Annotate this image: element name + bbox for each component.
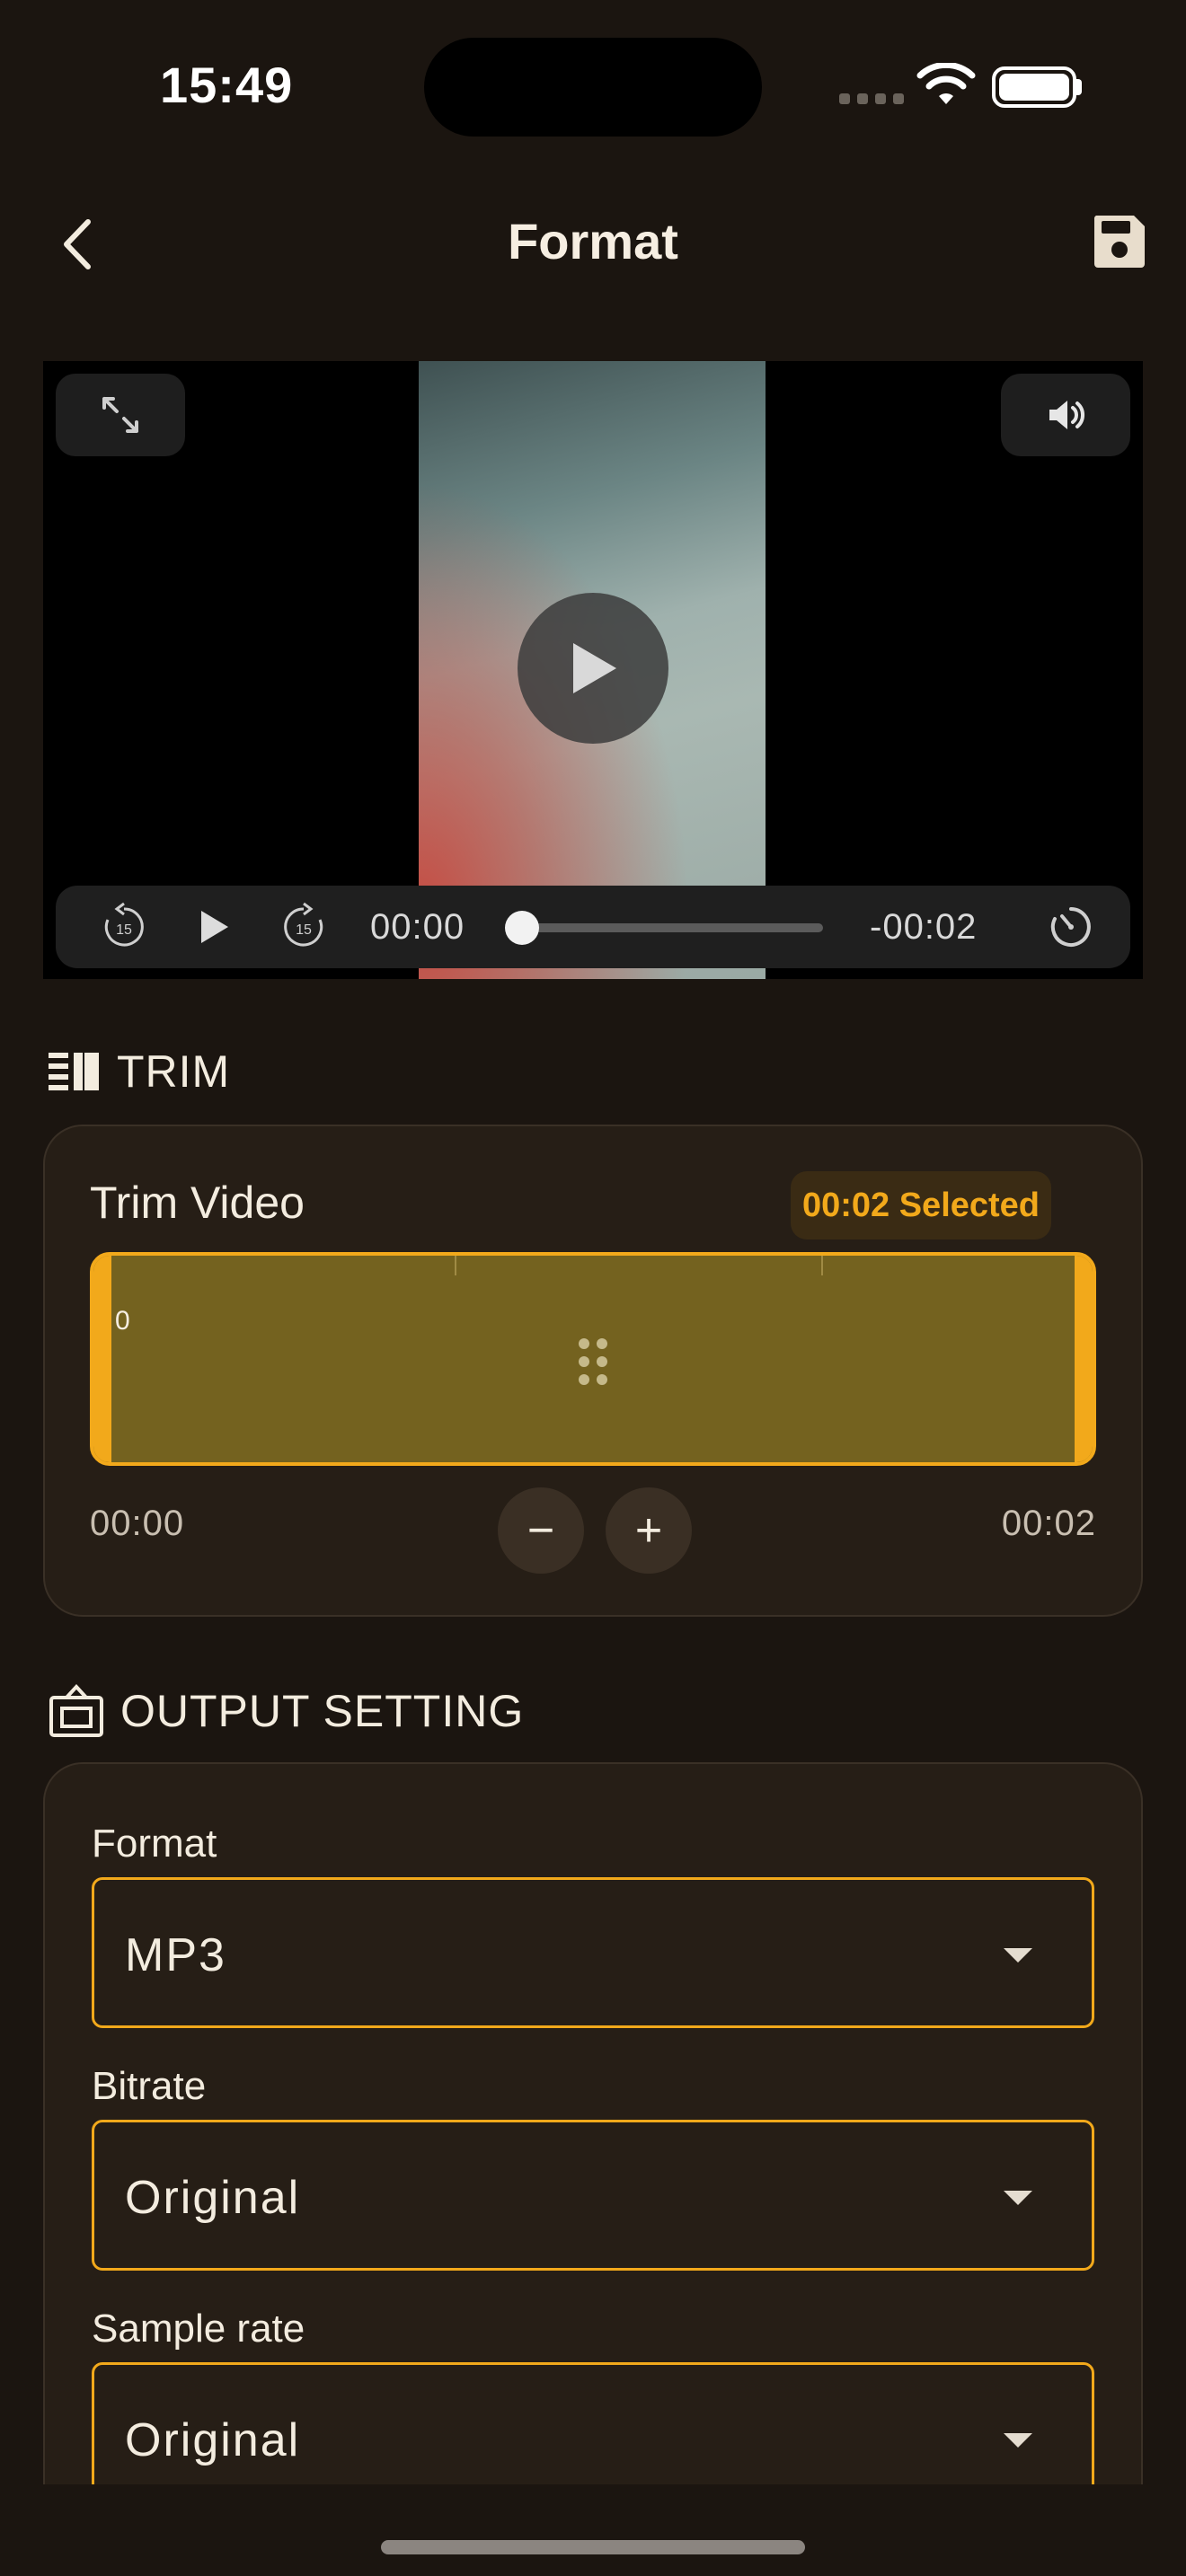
sample-rate-value: Original: [125, 2414, 301, 2466]
caret-down-icon: [1004, 2191, 1032, 2205]
page-title: Format: [508, 213, 678, 269]
bitrate-select[interactable]: Original: [92, 2120, 1094, 2271]
format-select[interactable]: MP3: [92, 1877, 1094, 2028]
sample-rate-label: Sample rate: [92, 2307, 305, 2351]
volume-button[interactable]: [1001, 374, 1130, 456]
output-section-title: OUTPUT SETTING: [120, 1686, 525, 1736]
trim-start-time: 00:00: [90, 1504, 185, 1543]
scrubber-knob[interactable]: [505, 911, 539, 945]
remaining-time: -00:02: [870, 907, 978, 947]
selected-duration-badge: 00:02 Selected: [791, 1171, 1051, 1239]
plus-icon: +: [634, 1504, 663, 1557]
speaker-icon: [1049, 401, 1084, 429]
skip-forward-button[interactable]: 15: [275, 898, 332, 956]
battery-cap: [1076, 79, 1082, 95]
zoom-in-button[interactable]: +: [606, 1487, 692, 1574]
scrubber-track[interactable]: [523, 923, 823, 932]
trim-section-title: TRIM: [117, 1046, 231, 1097]
wifi-icon: [916, 63, 976, 104]
bottom-safe-area: [0, 2484, 1186, 2576]
timeline-tick: [821, 1256, 823, 1275]
output-settings-card: Format MP3 Bitrate Original Sample rate …: [43, 1762, 1143, 2576]
skip-forward-15-icon: 15: [284, 902, 323, 947]
play-icon: [201, 911, 228, 943]
play-icon: [573, 643, 616, 693]
timeline-zero-marker: 0: [115, 1306, 130, 1336]
caret-down-icon: [1004, 1948, 1032, 1963]
zoom-out-button[interactable]: −: [498, 1487, 584, 1574]
drag-grip-icon[interactable]: [579, 1338, 607, 1385]
save-button[interactable]: [1091, 212, 1148, 269]
home-indicator[interactable]: [381, 2540, 805, 2554]
minus-icon: −: [527, 1504, 555, 1557]
speed-gauge-icon: [1050, 907, 1091, 947]
play-button-large[interactable]: [518, 593, 668, 744]
cellular-signal-icon: [839, 93, 904, 104]
timeline-tick: [455, 1256, 456, 1275]
skip-back-15-icon: 15: [104, 902, 144, 947]
caret-down-icon: [1004, 2433, 1032, 2448]
trim-card-title: Trim Video: [90, 1178, 305, 1228]
trim-end-time: 00:02: [1001, 1504, 1096, 1543]
video-player[interactable]: 15 15 00:00 -00:02: [43, 361, 1143, 979]
bitrate-label: Bitrate: [92, 2064, 207, 2108]
trim-section-header: TRIM: [49, 1045, 230, 1098]
expand-icon: [102, 397, 138, 433]
skip-back-button[interactable]: 15: [95, 898, 153, 956]
svg-text:15: 15: [296, 922, 312, 938]
trim-end-handle[interactable]: [1075, 1256, 1093, 1462]
fullscreen-button[interactable]: [56, 374, 185, 456]
dynamic-island: [424, 38, 762, 137]
trim-card: Trim Video 00:02 Selected 0 00:00 − + 00…: [43, 1125, 1143, 1617]
current-time: 00:00: [370, 907, 465, 947]
playback-speed-button[interactable]: [1044, 900, 1098, 954]
playback-controls: 15 15 00:00 -00:02: [56, 886, 1130, 968]
trim-icon: [49, 1053, 99, 1090]
battery-icon: [992, 66, 1076, 108]
play-button[interactable]: [185, 898, 243, 956]
trim-range-bar[interactable]: 0: [90, 1252, 1096, 1466]
format-value: MP3: [125, 1929, 226, 1981]
output-section-header: OUTPUT SETTING: [49, 1683, 524, 1739]
format-label: Format: [92, 1822, 217, 1866]
trim-start-handle[interactable]: [93, 1256, 111, 1462]
status-time: 15:49: [160, 57, 294, 113]
svg-text:15: 15: [116, 922, 132, 938]
output-box-icon: [49, 1684, 103, 1737]
bitrate-value: Original: [125, 2172, 301, 2224]
